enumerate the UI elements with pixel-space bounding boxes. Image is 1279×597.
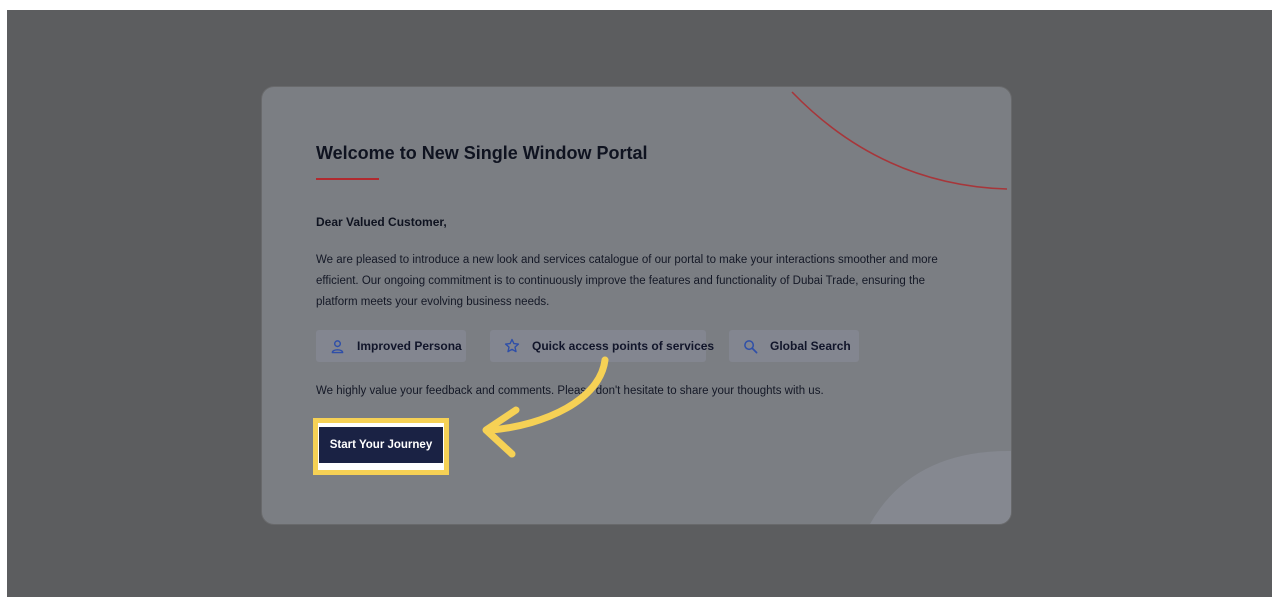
feature-label: Quick access points of services (532, 339, 715, 353)
start-journey-button[interactable]: Start Your Journey (319, 427, 443, 463)
feature-global-search: Global Search (729, 330, 859, 362)
user-icon (331, 339, 344, 353)
feature-quick-access: Quick access points of services (490, 330, 714, 362)
feature-label: Improved Persona (357, 339, 462, 353)
intro-paragraph: We are pleased to introduce a new look a… (316, 254, 938, 308)
title-underline (316, 178, 379, 180)
feature-label: Global Search (770, 339, 851, 353)
feature-improved-persona: Improved Persona (316, 330, 466, 362)
feedback-text: We highly value your feedback and commen… (316, 385, 824, 397)
dialog-title: Welcome to New Single Window Portal (316, 143, 648, 163)
greeting-text: Dear Valued Customer, (316, 215, 447, 229)
star-icon (504, 338, 520, 353)
search-icon (744, 339, 758, 353)
